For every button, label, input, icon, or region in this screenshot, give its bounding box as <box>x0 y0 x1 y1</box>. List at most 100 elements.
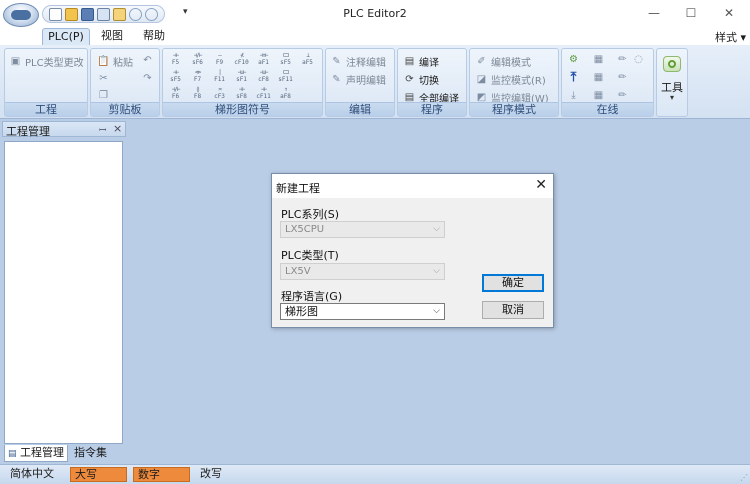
project-manager-icon: ▤ <box>8 449 17 459</box>
ladder-symbol-button[interactable]: ⟮⟯ F8 <box>189 86 206 100</box>
tab-plc[interactable]: PLC(P) <box>42 28 90 45</box>
paste-button[interactable]: 📋 粘贴 <box>97 54 133 69</box>
print-preview-icon[interactable] <box>97 7 110 21</box>
tab-project-manager[interactable]: ▤ 工程管理 <box>4 445 69 462</box>
plc-type-select[interactable]: LX5V ⌵ <box>280 263 445 280</box>
connect-button[interactable]: ⚙ <box>567 53 580 66</box>
ladder-symbol-button[interactable]: ⊣⊢ sF8 <box>233 86 250 100</box>
paste-icon: 📋 <box>97 56 110 67</box>
pen-icon: ✏ <box>618 54 627 65</box>
comment-edit-icon: ✎ <box>332 56 341 67</box>
redo-button[interactable]: ↷ <box>141 72 154 85</box>
plc-stop-icon: ▦ <box>593 72 604 83</box>
ladder-symbol-button[interactable]: ⊥ aF5 <box>299 52 316 66</box>
plc-type-change-label: PLC类型更改 <box>25 58 84 69</box>
ladder-symbol-button[interactable]: ⊣/⊢ F6 <box>167 86 184 100</box>
tab-view[interactable]: 视图 <box>95 28 129 45</box>
edit-mode-icon: ✐ <box>477 56 486 67</box>
ladder-symbol-glyph: ≍ <box>218 86 222 93</box>
cut-button[interactable]: ✂ <box>97 72 110 85</box>
plc-type-value: LX5V <box>285 266 311 277</box>
ladder-symbol-glyph: ⊀ <box>240 52 244 59</box>
online-edit-button[interactable]: ✏ ◌ <box>616 53 645 66</box>
plc-series-select[interactable]: LX5CPU ⌵ <box>280 221 445 238</box>
ok-button[interactable]: 确定 <box>482 274 544 292</box>
connect-icon: ⚙ <box>569 54 578 65</box>
ladder-symbol-glyph: ⊣↓⊢ <box>237 69 247 76</box>
redo-icon[interactable] <box>145 7 158 21</box>
new-project-icon[interactable] <box>113 7 126 21</box>
ladder-symbol-shortcut: F5 <box>171 59 180 66</box>
ladder-symbol-button[interactable]: | F11 <box>211 69 228 83</box>
customize-toolbar-icon[interactable]: ▾ <box>183 7 188 17</box>
project-panel-header: 工程管理 ꟷ × <box>2 121 126 138</box>
copy-button[interactable]: ❐ <box>97 89 110 102</box>
style-menu[interactable]: 样式 ▾ <box>715 29 746 45</box>
undo-button[interactable]: ↶ <box>141 54 154 67</box>
ladder-symbol-button[interactable]: ⊣↑⊢ aF1 <box>255 52 272 66</box>
ladder-symbol-shortcut: F11 <box>214 76 225 83</box>
tab-help[interactable]: 帮助 <box>137 28 171 45</box>
ladder-symbol-button[interactable]: ⊣/⊢ sF6 <box>189 52 206 66</box>
compile-button[interactable]: ▤ 编译 <box>403 54 439 69</box>
plc-series-label: PLC系列(S) <box>281 208 340 221</box>
ribbon-group-label-program: 程序 <box>398 102 466 116</box>
tab-instruction-set[interactable]: 指令集 <box>71 445 110 462</box>
tools-icon <box>663 56 681 72</box>
plc-reset-button[interactable]: ▦ <box>592 89 605 102</box>
ladder-symbol-button[interactable]: ⊲⊳ F7 <box>189 69 206 83</box>
plc-run-button[interactable]: ▦ <box>592 53 605 66</box>
cancel-button[interactable]: 取消 <box>482 301 544 319</box>
ladder-symbol-glyph: ⟮⟯ <box>196 86 200 93</box>
plc-type-change-button[interactable]: ▣ PLC类型更改 <box>9 54 84 69</box>
new-file-icon[interactable] <box>49 7 62 21</box>
panel-close-icon[interactable]: × <box>113 122 122 135</box>
maximize-button[interactable]: ☐ <box>679 4 703 22</box>
pen-icon: ✏ <box>618 90 627 101</box>
ladder-symbol-button[interactable]: ⊣⊢ F5 <box>167 52 184 66</box>
undo-icon[interactable] <box>129 7 142 21</box>
ladder-symbol-shortcut: cF3 <box>214 93 225 100</box>
ladder-symbol-button[interactable]: ≍ cF3 <box>211 86 228 100</box>
upload-button[interactable]: ⤓ <box>567 89 580 102</box>
save-icon[interactable] <box>81 7 94 21</box>
ribbon-group-tools[interactable]: 工具 ▾ <box>656 48 688 117</box>
ladder-symbol-button[interactable]: ⊏⊐ sF11 <box>277 69 294 83</box>
ladder-symbol-button[interactable]: ⊣↓⊢ sF1 <box>233 69 250 83</box>
download-button[interactable]: ⤒ <box>567 70 580 85</box>
plc-chip-icon: ▣ <box>10 56 21 67</box>
monitor-mode-button[interactable]: ◪ 监控模式(R) <box>475 72 546 87</box>
ladder-symbol-button[interactable]: — F9 <box>211 52 228 66</box>
project-tree[interactable] <box>4 141 123 444</box>
program-language-select[interactable]: 梯形图 ⌵ <box>280 303 445 320</box>
ladder-symbol-glyph: ⊣⊢ <box>238 86 245 93</box>
close-button[interactable]: ✕ <box>717 4 741 22</box>
plc-stop-button[interactable]: ▦ <box>592 71 605 84</box>
comment-edit-button[interactable]: ✎ 注释编辑 <box>330 54 386 69</box>
monitor-mode-label: 监控模式(R) <box>491 76 546 87</box>
resize-grip-icon[interactable]: ⋰ <box>740 473 748 482</box>
online-read-button[interactable]: ✏ <box>616 89 629 102</box>
monitor-mode-icon: ◪ <box>476 74 487 85</box>
online-write-button[interactable]: ✏ <box>616 71 629 84</box>
switch-button[interactable]: ⟳ 切换 <box>403 72 439 87</box>
pin-icon[interactable]: ꟷ <box>99 123 106 136</box>
edit-mode-button[interactable]: ✐ 编辑模式 <box>475 54 531 69</box>
dialog-title-bar: 新建工程 ✕ <box>272 174 553 198</box>
ladder-symbol-button[interactable]: ⊣↓⊢ cF8 <box>255 69 272 83</box>
dialog-close-button[interactable]: ✕ <box>535 177 547 193</box>
declaration-edit-button[interactable]: ✎ 声明编辑 <box>330 72 386 87</box>
ladder-symbol-shortcut: sF6 <box>192 59 203 66</box>
application-menu-button[interactable] <box>3 3 39 27</box>
ladder-symbol-glyph: ⊣⊢ <box>172 52 179 59</box>
ladder-symbol-button[interactable]: ⊀ cF10 <box>233 52 250 66</box>
ribbon-group-program: ▤ 编译 ⟳ 切换 ▤ 全部编译 程序 <box>397 48 467 117</box>
open-folder-icon[interactable] <box>65 7 78 21</box>
ladder-symbol-button[interactable]: ⊣⊢ cF11 <box>255 86 272 100</box>
ladder-symbol-button[interactable]: ⊏⊐ sF5 <box>277 52 294 66</box>
project-panel-title: 工程管理 <box>6 125 50 138</box>
ladder-symbol-button[interactable]: ⊣⊢ sF5 <box>167 69 184 83</box>
compile-label: 编译 <box>419 58 439 69</box>
ladder-symbol-button[interactable]: ↑ aF8 <box>277 86 294 100</box>
minimize-button[interactable]: — <box>642 4 666 22</box>
